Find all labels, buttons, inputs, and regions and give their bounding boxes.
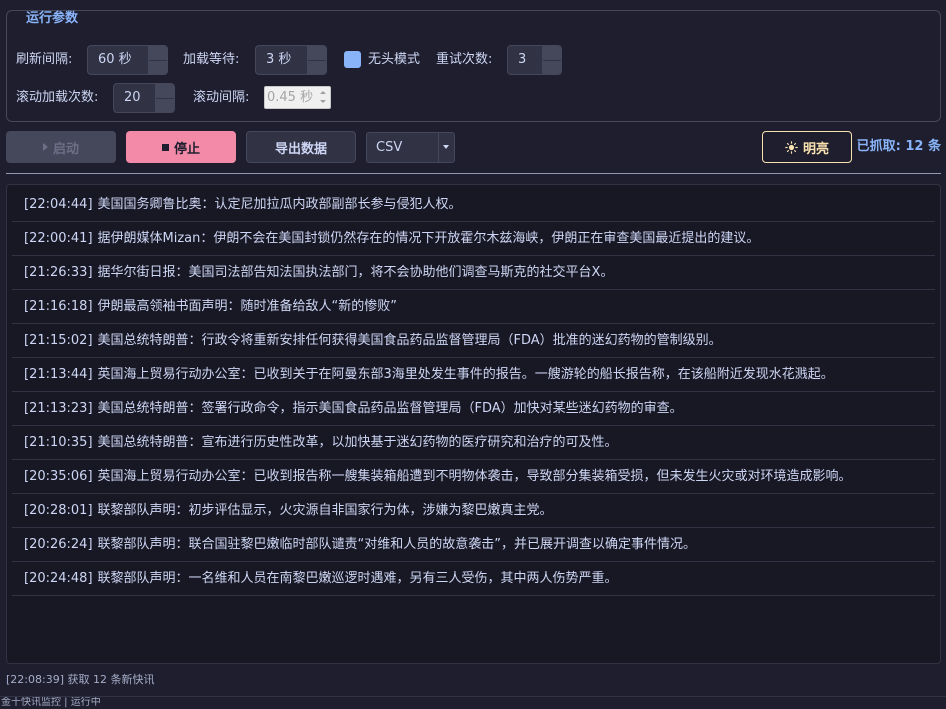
log-entry[interactable]: [20:26:24] 联黎部队声明：联合国驻黎巴嫩临时部队谴责“对维和人员的故意袭… — [12, 528, 935, 562]
spin-down-button[interactable] — [308, 60, 326, 74]
spin-up-button[interactable] — [149, 46, 167, 61]
log-entry-time: [22:00:41] — [24, 231, 93, 246]
scroll-load-count-label: 滚动加载次数: — [16, 90, 99, 105]
log-entry-text: 美国总统特朗普：签署行政命令，指示美国食品药品监督管理局（FDA）加快对某些迷幻… — [97, 401, 683, 416]
log-entry[interactable]: [21:15:02] 美国总统特朗普：行政令将重新安排任何获得美国食品药品监督管理… — [12, 324, 935, 358]
export-button[interactable]: 导出数据 — [246, 131, 356, 163]
load-wait-label: 加载等待: — [183, 52, 240, 67]
log-entry[interactable]: [21:13:44] 英国海上贸易行动办公室：已收到关于在阿曼东部3海里处发生事件… — [12, 358, 935, 392]
headless-label[interactable]: 无头模式 — [368, 45, 420, 75]
log-entry-time: [22:04:44] — [24, 197, 93, 212]
status-message: [22:08:39] 获取 12 条新快讯 — [6, 673, 155, 686]
export-format-select[interactable]: CSV — [366, 132, 455, 163]
stop-button[interactable]: 停止 — [126, 131, 236, 163]
spin-down-button[interactable] — [543, 60, 561, 74]
log-entry-time: [21:16:18] — [24, 299, 93, 314]
scroll-interval-stepper[interactable] — [315, 87, 330, 108]
news-log-list[interactable]: [22:04:44] 美国国务卿鲁比奥：认定尼加拉瓜内政部副部长参与侵犯人权。 [… — [6, 184, 941, 664]
status-bar: 金十快讯监控 | 运行中 — [0, 696, 946, 709]
run-params-title: 运行参数 — [26, 11, 79, 26]
export-button-label: 导出数据 — [274, 141, 327, 157]
log-entry[interactable]: [21:10:35] 美国总统特朗普：宣布进行历史性改革，以加快基于迷幻药物的医疗… — [12, 426, 935, 460]
scroll-load-count-stepper[interactable] — [155, 84, 174, 112]
log-entry[interactable]: [22:04:44] 美国国务卿鲁比奥：认定尼加拉瓜内政部副部长参与侵犯人权。 — [12, 188, 935, 222]
log-entry-text: 英国海上贸易行动办公室：已收到关于在阿曼东部3海里处发生事件的报告。一艘游轮的船… — [97, 367, 834, 382]
log-entry-time: [20:28:01] — [24, 503, 93, 518]
spin-up-button[interactable] — [543, 46, 561, 61]
spin-up-button[interactable] — [308, 46, 326, 61]
load-wait-value[interactable]: 3 秒 — [266, 46, 291, 74]
log-entry-time: [20:24:48] — [24, 571, 93, 586]
log-entry-text: 美国总统特朗普：宣布进行历史性改革，以加快基于迷幻药物的医疗研究和治疗的可及性。 — [97, 435, 618, 450]
chevron-down-icon — [443, 145, 449, 149]
spin-up-arrow-icon[interactable] — [315, 87, 330, 98]
log-entry-text: 联黎部队声明：一名维和人员在南黎巴嫩巡逻时遇难，另有三人受伤，其中两人伤势严重。 — [97, 571, 618, 586]
log-entry[interactable]: [21:26:33] 据华尔街日报：美国司法部告知法国执法部门，将不会协助他们调查… — [12, 256, 935, 290]
format-dropdown-button[interactable] — [438, 133, 454, 162]
log-entry[interactable]: [20:28:01] 联黎部队声明：初步评估显示，火灾源自非国家行为体，涉嫌为黎巴… — [12, 494, 935, 528]
log-entry[interactable]: [20:35:06] 英国海上贸易行动办公室：已收到报告称一艘集装箱船遭到不明物体… — [12, 460, 935, 494]
scroll-load-count-spinbox[interactable]: 20 — [113, 83, 175, 113]
theme-button-label: 明亮 — [802, 141, 829, 157]
spin-down-button[interactable] — [156, 98, 174, 112]
scroll-interval-value[interactable]: 0.45 秒 — [267, 87, 313, 108]
theme-toggle-button[interactable]: 明亮 — [762, 131, 852, 163]
log-entry[interactable]: [20:24:48] 联黎部队声明：一名维和人员在南黎巴嫩巡逻时遇难，另有三人受伤… — [12, 562, 935, 596]
spin-down-arrow-icon[interactable] — [315, 98, 330, 109]
log-entry-text: 联黎部队声明：初步评估显示，火灾源自非国家行为体，涉嫌为黎巴嫩真主党。 — [97, 503, 553, 518]
start-button-label: 启动 — [52, 141, 79, 157]
retry-count-value[interactable]: 3 — [518, 46, 526, 74]
scroll-interval-label: 滚动间隔: — [193, 90, 250, 105]
refresh-interval-stepper[interactable] — [148, 46, 167, 74]
scroll-interval-spinbox[interactable]: 0.45 秒 — [264, 86, 331, 109]
log-entry-time: [21:13:23] — [24, 401, 93, 416]
retry-count-label: 重试次数: — [436, 52, 493, 67]
start-button[interactable]: 启动 — [6, 131, 116, 163]
refresh-interval-label: 刷新间隔: — [16, 52, 73, 67]
load-wait-stepper[interactable] — [307, 46, 326, 74]
load-wait-spinbox[interactable]: 3 秒 — [255, 45, 327, 75]
scroll-load-count-value[interactable]: 20 — [124, 84, 141, 112]
status-bar-text: 金十快讯监控 | 运行中 — [1, 697, 101, 708]
log-entry-text: 联黎部队声明：联合国驻黎巴嫩临时部队谴责“对维和人员的故意袭击”，并已展开调查以… — [97, 537, 697, 552]
log-entry-time: [20:35:06] — [24, 469, 93, 484]
log-entry-text: 英国海上贸易行动办公室：已收到报告称一艘集装箱船遭到不明物体袭击，导致部分集装箱… — [97, 469, 852, 484]
log-entry-text: 据伊朗媒体Mizan：伊朗不会在美国封锁仍然存在的情况下开放霍尔木兹海峡，伊朗正… — [97, 231, 760, 246]
stop-button-label: 停止 — [173, 141, 200, 157]
refresh-interval-value[interactable]: 60 秒 — [98, 46, 132, 74]
log-entry-text: 伊朗最高领袖书面声明：随时准备给敌人“新的惨败” — [97, 299, 398, 314]
fetched-count-label: 已抓取: 12 条 — [856, 139, 941, 154]
log-entry[interactable]: [21:13:23] 美国总统特朗普：签署行政命令，指示美国食品药品监督管理局（F… — [12, 392, 935, 426]
retry-count-stepper[interactable] — [542, 46, 561, 74]
sun-icon — [785, 140, 798, 154]
log-entry-text: 美国国务卿鲁比奥：认定尼加拉瓜内政部副部长参与侵犯人权。 — [97, 197, 462, 212]
log-entry[interactable]: [21:16:18] 伊朗最高领袖书面声明：随时准备给敌人“新的惨败” — [12, 290, 935, 324]
log-entry-text: 美国总统特朗普：行政令将重新安排任何获得美国食品药品监督管理局（FDA）批准的迷… — [97, 333, 722, 348]
log-entry-time: [21:13:44] — [24, 367, 93, 382]
log-entry-time: [21:15:02] — [24, 333, 93, 348]
spin-up-button[interactable] — [156, 84, 174, 99]
export-format-value: CSV — [376, 140, 403, 155]
log-entry[interactable]: [22:00:41] 据伊朗媒体Mizan：伊朗不会在美国封锁仍然存在的情况下开放… — [12, 222, 935, 256]
retry-count-spinbox[interactable]: 3 — [507, 45, 562, 75]
spin-down-button[interactable] — [149, 60, 167, 74]
headless-checkbox[interactable] — [344, 51, 361, 68]
toolbar-divider — [6, 173, 941, 174]
log-entry-time: [21:10:35] — [24, 435, 93, 450]
log-entry-time: [21:26:33] — [24, 265, 93, 280]
log-entry-time: [20:26:24] — [24, 537, 93, 552]
stop-icon — [161, 143, 169, 151]
refresh-interval-spinbox[interactable]: 60 秒 — [87, 45, 168, 75]
play-icon — [42, 143, 48, 151]
log-entry-text: 据华尔街日报：美国司法部告知法国执法部门，将不会协助他们调查马斯克的社交平台X。 — [97, 265, 614, 280]
